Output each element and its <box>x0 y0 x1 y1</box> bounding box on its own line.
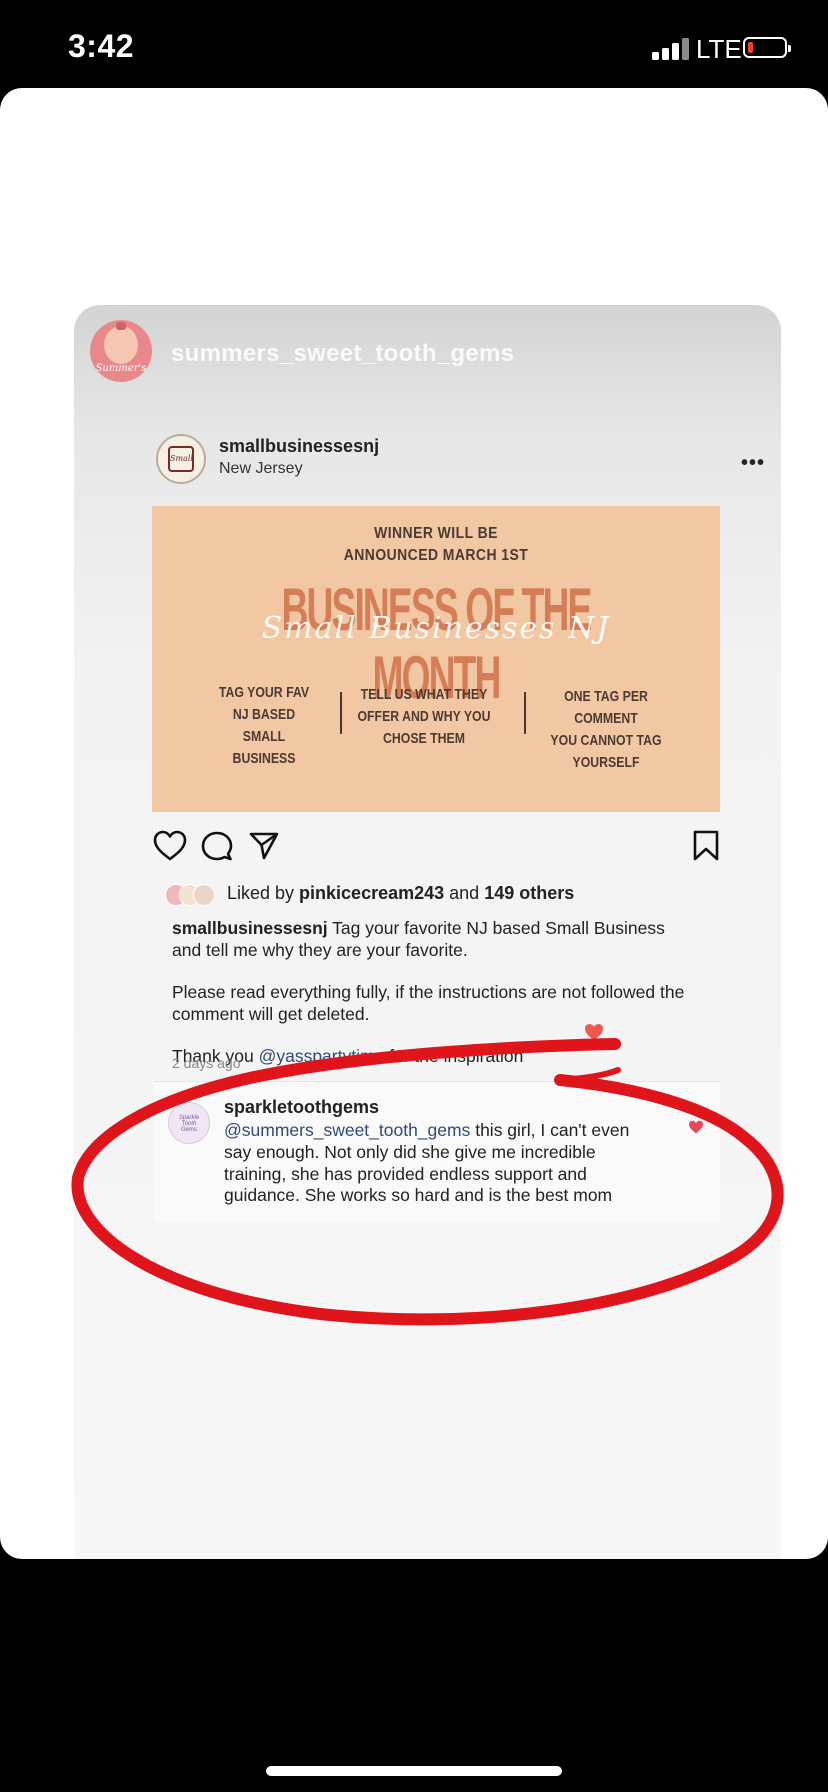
share-icon[interactable] <box>248 830 280 862</box>
banner-rules: TAG YOUR FAV NJ BASED SMALL BUSINESS TELL … <box>152 682 720 792</box>
post-username[interactable]: smallbusinessesnj <box>219 436 379 457</box>
story-avatar[interactable]: Summer's <box>90 320 152 382</box>
post-image: WINNER WILL BE ANNOUNCED MARCH 1ST BUSIN… <box>152 506 720 812</box>
post-avatar-logo: Small <box>168 446 194 472</box>
post-time: 2 days ago <box>172 1055 241 1071</box>
home-indicator[interactable] <box>266 1766 562 1776</box>
comment-username[interactable]: sparkletoothgems <box>224 1097 379 1118</box>
battery-icon <box>743 37 791 58</box>
caption-username[interactable]: smallbusinessesnj <box>172 918 328 938</box>
more-icon[interactable]: ••• <box>741 452 765 475</box>
comment-avatar[interactable]: Sparkle Tooth Gems <box>168 1102 210 1144</box>
caption-paragraph: Please read everything fully, if the ins… <box>172 982 685 1024</box>
story-avatar-text: Summer's <box>95 363 147 374</box>
story-card[interactable]: Summer's summers_sweet_tooth_gems Small … <box>74 305 781 1559</box>
network-label: LTE <box>696 34 742 64</box>
rule-tell: TELL US WHAT THEY OFFER AND WHY YOU CHOSE… <box>357 686 491 747</box>
caption-thanks-suffix: for the inspiration <box>384 1046 524 1066</box>
likes-text[interactable]: Liked by pinkicecream243 and 149 others <box>227 883 574 904</box>
bookmark-icon[interactable] <box>693 830 719 862</box>
clock-time: 3:42 <box>68 28 135 64</box>
signal-strength-icon <box>652 38 692 60</box>
likes-row[interactable]: Liked by pinkicecream243 and 149 others <box>165 883 725 911</box>
rule-one-tag: ONE TAG PER COMMENT YOU CANNOT TAG YOURSEL… <box>550 688 662 771</box>
announcement-text: WINNER WILL BE ANNOUNCED MARCH 1ST <box>343 525 529 564</box>
rule-divider <box>340 692 342 734</box>
status-bar: 3:42 LTE <box>0 0 828 88</box>
comment-icon[interactable] <box>201 830 233 862</box>
caption-mention[interactable]: @yasspartytime <box>259 1046 385 1066</box>
banner-script-text: Small Businesses NJ <box>261 611 611 646</box>
post-caption: smallbusinessesnj Tag your favorite NJ b… <box>172 918 692 1089</box>
liker-avatar <box>193 884 215 906</box>
comment-avatar-text: Sparkle Tooth Gems <box>178 1115 200 1133</box>
likes-count[interactable]: 149 others <box>484 883 574 903</box>
story-username[interactable]: summers_sweet_tooth_gems <box>171 340 514 368</box>
comment-mention[interactable]: @summers_sweet_tooth_gems <box>224 1120 470 1140</box>
comment-text: @summers_sweet_tooth_gems this girl, I c… <box>224 1120 630 1206</box>
rule-divider <box>524 692 526 734</box>
story-screen[interactable]: Summer's summers_sweet_tooth_gems Small … <box>0 88 828 1559</box>
post-actions <box>152 830 720 870</box>
post-avatar[interactable]: Small <box>156 434 206 484</box>
rule-tag: TAG YOUR FAV NJ BASED SMALL BUSINESS <box>218 684 310 767</box>
comment-like-heart-icon[interactable] <box>688 1120 704 1134</box>
liker-username[interactable]: pinkicecream243 <box>299 883 444 903</box>
post-location[interactable]: New Jersey <box>219 460 303 478</box>
heart-icon[interactable] <box>153 830 187 862</box>
comment-item[interactable]: Sparkle Tooth Gems sparkletoothgems @sum… <box>154 1082 720 1222</box>
heart-emoji-icon <box>585 1024 603 1040</box>
post-header: Small smallbusinessesnj New Jersey ••• <box>151 434 764 494</box>
